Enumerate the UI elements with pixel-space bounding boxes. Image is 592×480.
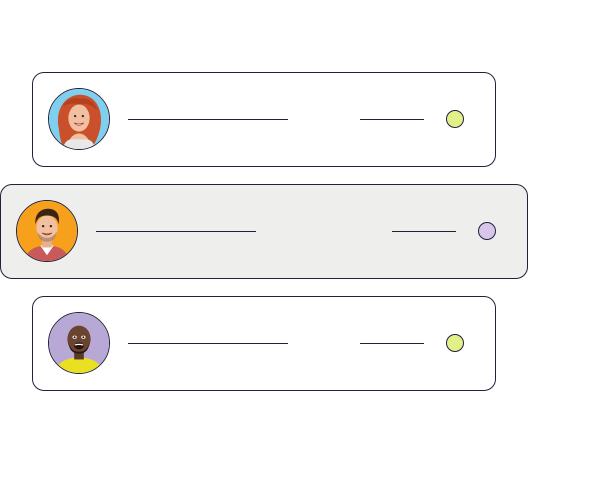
- detail-placeholder-line: [360, 119, 424, 120]
- status-dot: [446, 110, 464, 128]
- contact-list: [0, 0, 592, 480]
- list-item-1[interactable]: [32, 72, 496, 167]
- detail-placeholder-line: [392, 231, 456, 232]
- name-placeholder-line: [128, 343, 288, 344]
- list-item-2-highlighted[interactable]: [0, 184, 528, 279]
- avatar: [16, 200, 78, 262]
- avatar: [48, 312, 110, 374]
- man-yellow-shirt-avatar-icon: [49, 313, 109, 373]
- name-placeholder-line: [128, 119, 288, 120]
- man-dark-hair-avatar-icon: [17, 201, 77, 261]
- avatar: [48, 88, 110, 150]
- detail-placeholder-line: [360, 343, 424, 344]
- woman-red-hair-avatar-icon: [49, 89, 109, 149]
- status-dot: [446, 334, 464, 352]
- name-placeholder-line: [96, 231, 256, 232]
- status-dot: [478, 222, 496, 240]
- list-item-3[interactable]: [32, 296, 496, 391]
